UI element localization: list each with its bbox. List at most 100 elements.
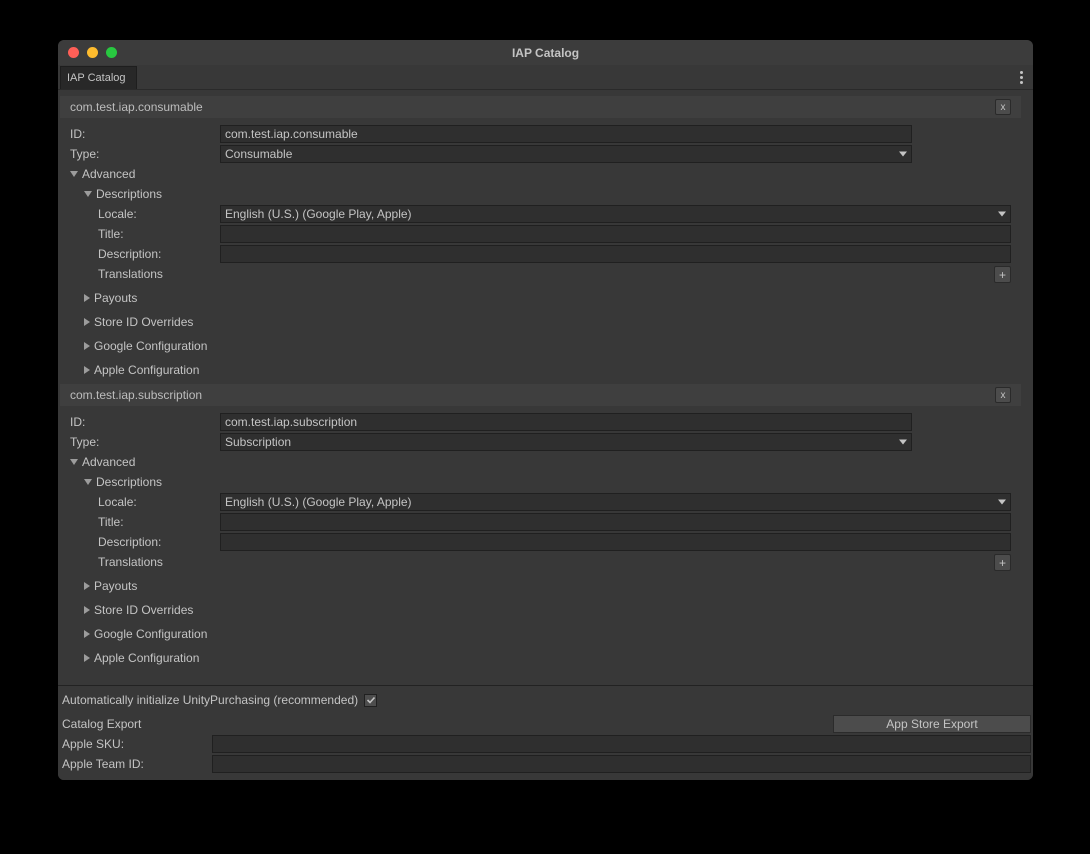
row-description: Description: xyxy=(60,244,1021,264)
advanced-label: Advanced xyxy=(82,455,135,469)
payouts-label: Payouts xyxy=(94,579,137,593)
id-field[interactable] xyxy=(220,125,912,143)
maximize-icon[interactable] xyxy=(106,47,117,58)
auto-init-label: Automatically initialize UnityPurchasing… xyxy=(62,693,358,707)
triangle-down-icon xyxy=(70,459,78,465)
row-type: Type: Subscription xyxy=(60,432,1021,452)
triangle-down-icon xyxy=(84,479,92,485)
descriptions-label: Descriptions xyxy=(96,187,162,201)
row-title: Title: xyxy=(60,224,1021,244)
descriptions-label: Descriptions xyxy=(96,475,162,489)
fold-payouts[interactable]: Payouts xyxy=(60,288,1021,308)
fold-advanced[interactable]: Advanced xyxy=(60,164,1021,184)
fold-advanced[interactable]: Advanced xyxy=(60,452,1021,472)
description-field[interactable] xyxy=(220,245,1011,263)
label-title: Title: xyxy=(70,227,220,241)
label-apple-sku: Apple SKU: xyxy=(62,737,212,751)
fold-google-config[interactable]: Google Configuration xyxy=(60,624,1021,644)
label-type: Type: xyxy=(70,147,220,161)
row-locale: Locale: English (U.S.) (Google Play, App… xyxy=(60,492,1021,512)
store-overrides-label: Store ID Overrides xyxy=(94,603,193,617)
apple-team-field[interactable] xyxy=(212,755,1031,773)
locale-dropdown[interactable]: English (U.S.) (Google Play, Apple) xyxy=(220,493,1011,511)
triangle-down-icon xyxy=(70,171,78,177)
row-translations: Translations + xyxy=(60,264,1021,284)
fold-descriptions[interactable]: Descriptions xyxy=(60,184,1021,204)
type-value: Subscription xyxy=(225,435,291,449)
type-dropdown[interactable]: Subscription xyxy=(220,433,912,451)
footer: Automatically initialize UnityPurchasing… xyxy=(58,685,1033,780)
type-dropdown[interactable]: Consumable xyxy=(220,145,912,163)
app-store-export-button[interactable]: App Store Export xyxy=(833,715,1031,733)
apple-sku-field[interactable] xyxy=(212,735,1031,753)
triangle-right-icon xyxy=(84,654,90,662)
row-apple-team: Apple Team ID: xyxy=(60,754,1031,774)
window-title: IAP Catalog xyxy=(58,46,1033,60)
row-auto-init: Automatically initialize UnityPurchasing… xyxy=(60,690,1031,710)
google-config-label: Google Configuration xyxy=(94,339,207,353)
catalog-item: com.test.iap.subscription x ID: Type: Su… xyxy=(60,384,1021,668)
payouts-label: Payouts xyxy=(94,291,137,305)
content: com.test.iap.consumable x ID: Type: Cons… xyxy=(58,90,1033,780)
window: IAP Catalog IAP Catalog com.test.iap.con… xyxy=(58,40,1033,780)
titlebar: IAP Catalog xyxy=(58,40,1033,65)
label-title: Title: xyxy=(70,515,220,529)
fold-apple-config[interactable]: Apple Configuration xyxy=(60,648,1021,668)
row-catalog-export: Catalog Export App Store Export xyxy=(60,714,1031,734)
add-translation-button[interactable]: + xyxy=(994,266,1011,283)
row-locale: Locale: English (U.S.) (Google Play, App… xyxy=(60,204,1021,224)
id-field[interactable] xyxy=(220,413,912,431)
kebab-icon xyxy=(1020,71,1023,84)
type-value: Consumable xyxy=(225,147,292,161)
label-apple-team: Apple Team ID: xyxy=(62,757,212,771)
description-field[interactable] xyxy=(220,533,1011,551)
label-id: ID: xyxy=(70,127,220,141)
tab-iap-catalog[interactable]: IAP Catalog xyxy=(60,66,137,89)
row-translations: Translations + xyxy=(60,552,1021,572)
fold-store-overrides[interactable]: Store ID Overrides xyxy=(60,600,1021,620)
label-description: Description: xyxy=(70,535,220,549)
triangle-right-icon xyxy=(84,630,90,638)
locale-value: English (U.S.) (Google Play, Apple) xyxy=(225,495,412,509)
triangle-right-icon xyxy=(84,582,90,590)
row-apple-sku: Apple SKU: xyxy=(60,734,1031,754)
remove-item-button[interactable]: x xyxy=(995,99,1011,115)
auto-init-checkbox[interactable] xyxy=(364,694,377,707)
row-id: ID: xyxy=(60,412,1021,432)
google-config-label: Google Configuration xyxy=(94,627,207,641)
close-icon[interactable] xyxy=(68,47,79,58)
item-header: com.test.iap.subscription x xyxy=(60,384,1021,406)
item-header-id: com.test.iap.consumable xyxy=(70,100,995,114)
item-header: com.test.iap.consumable x xyxy=(60,96,1021,118)
tabbar: IAP Catalog xyxy=(58,65,1033,90)
panel-menu-button[interactable] xyxy=(1009,65,1033,89)
row-id: ID: xyxy=(60,124,1021,144)
triangle-right-icon xyxy=(84,606,90,614)
triangle-right-icon xyxy=(84,294,90,302)
chevron-down-icon xyxy=(998,212,1006,217)
fold-apple-config[interactable]: Apple Configuration xyxy=(60,360,1021,380)
add-translation-button[interactable]: + xyxy=(994,554,1011,571)
locale-dropdown[interactable]: English (U.S.) (Google Play, Apple) xyxy=(220,205,1011,223)
label-id: ID: xyxy=(70,415,220,429)
minimize-icon[interactable] xyxy=(87,47,98,58)
store-overrides-label: Store ID Overrides xyxy=(94,315,193,329)
title-field[interactable] xyxy=(220,513,1011,531)
label-type: Type: xyxy=(70,435,220,449)
label-description: Description: xyxy=(70,247,220,261)
chevron-down-icon xyxy=(998,500,1006,505)
row-title: Title: xyxy=(60,512,1021,532)
fold-google-config[interactable]: Google Configuration xyxy=(60,336,1021,356)
scroll-view[interactable]: com.test.iap.consumable x ID: Type: Cons… xyxy=(58,90,1033,685)
title-field[interactable] xyxy=(220,225,1011,243)
label-translations: Translations xyxy=(70,555,220,569)
traffic-lights xyxy=(68,47,117,58)
remove-item-button[interactable]: x xyxy=(995,387,1011,403)
fold-store-overrides[interactable]: Store ID Overrides xyxy=(60,312,1021,332)
chevron-down-icon xyxy=(899,152,907,157)
triangle-right-icon xyxy=(84,366,90,374)
fold-payouts[interactable]: Payouts xyxy=(60,576,1021,596)
fold-descriptions[interactable]: Descriptions xyxy=(60,472,1021,492)
apple-config-label: Apple Configuration xyxy=(94,363,199,377)
tab-label: IAP Catalog xyxy=(67,72,126,84)
